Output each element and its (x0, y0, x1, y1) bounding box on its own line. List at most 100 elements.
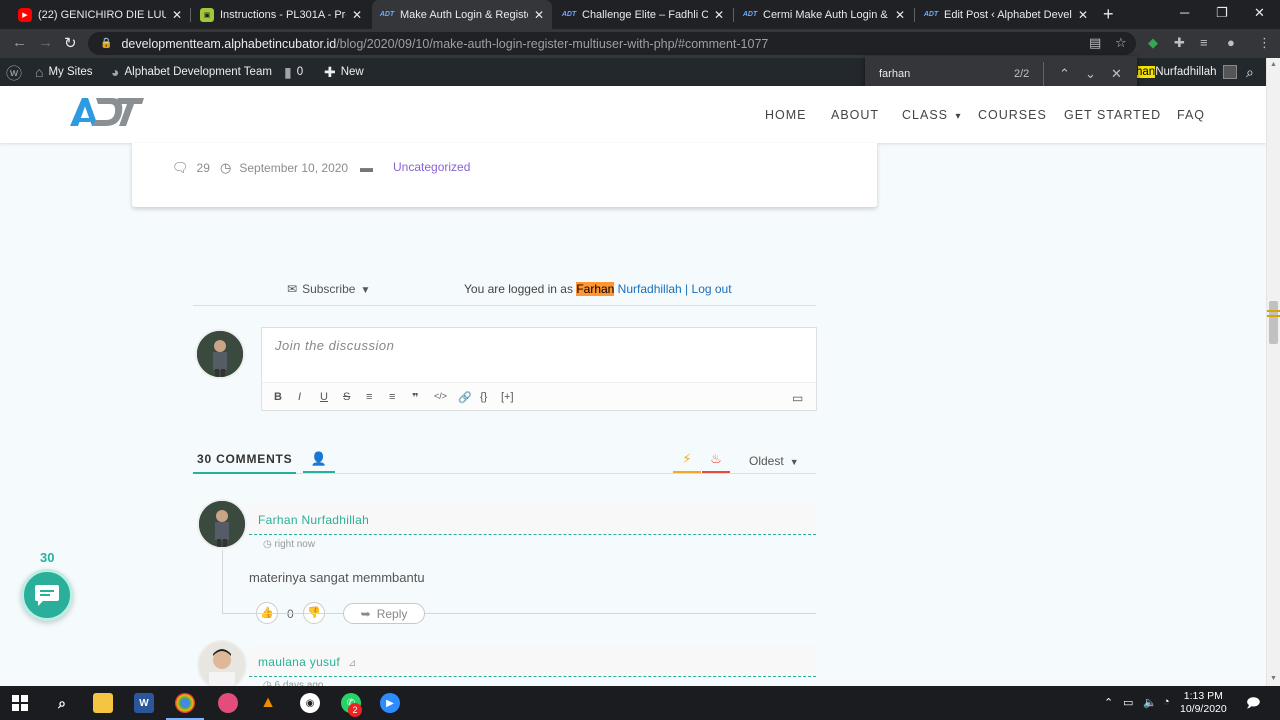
nav-courses[interactable]: COURSES (978, 108, 1047, 122)
browser-tab[interactable]: ADT Challenge Elite – Fadhli Cahy ✕ (554, 0, 732, 29)
floating-comments-button[interactable] (21, 569, 73, 621)
comments-count-title: 30 COMMENTS (193, 452, 297, 474)
scroll-thumb[interactable] (1269, 301, 1278, 344)
code-button[interactable]: </> (434, 391, 447, 401)
search-icon[interactable]: ⌕ (52, 693, 72, 713)
browser-tab[interactable]: ▶ (22) GENICHIRO DIE LUURRD ✕ (10, 0, 190, 29)
page-scrollbar[interactable]: ▲ ▼ (1266, 58, 1280, 686)
envelope-icon: ✉ (287, 282, 298, 296)
code-block-button[interactable]: {} (480, 391, 487, 403)
reload-icon[interactable]: ↻ (64, 34, 77, 52)
post-category-link[interactable]: Uncategorized (393, 160, 470, 174)
media-icon[interactable]: ≡ (1200, 35, 1208, 50)
windows-start-icon[interactable] (10, 693, 30, 713)
user-settings-icon[interactable]: 👤 (303, 451, 335, 473)
notification-icon[interactable]: 🗩 (1246, 694, 1260, 716)
close-icon[interactable]: ✕ (895, 8, 905, 22)
word-icon[interactable]: W (134, 693, 154, 713)
bold-button[interactable]: B (274, 391, 282, 403)
search-icon[interactable]: ⌕ (1246, 58, 1259, 86)
reply-button[interactable]: ➥ Reply (343, 603, 425, 624)
nav-home[interactable]: HOME (765, 108, 807, 122)
home-icon: ⌂ (35, 64, 44, 80)
underline-button[interactable]: U (320, 391, 328, 403)
site-logo[interactable] (68, 94, 148, 133)
ordered-list-button[interactable]: ≡ (366, 391, 372, 403)
close-icon[interactable]: ✕ (1078, 8, 1088, 22)
scroll-down-icon[interactable]: ▼ (1270, 675, 1277, 682)
nav-faq[interactable]: FAQ (1177, 108, 1205, 122)
address-bar[interactable]: 🔒 developmentteam.alphabetincubator.id/b… (88, 32, 1136, 55)
nav-get-started[interactable]: GET STARTED (1064, 108, 1161, 122)
comments-bar: 30 COMMENTS 👤 ⚡ ♨ Oldest ▼ (193, 447, 816, 474)
new-content-menu[interactable]: ✚ New (324, 58, 364, 86)
nav-about[interactable]: ABOUT (831, 108, 879, 122)
italic-button[interactable]: I (298, 391, 301, 403)
maximize-icon[interactable]: ❐ (1216, 5, 1228, 21)
logout-link[interactable]: Log out (692, 282, 732, 296)
close-icon[interactable]: ✕ (714, 8, 724, 22)
profile-link[interactable]: Nurfadhillah (614, 282, 682, 296)
back-icon[interactable]: ← (12, 34, 27, 51)
find-active-highlight[interactable]: Farhan (576, 282, 615, 296)
link-button[interactable]: 🔗 (458, 391, 472, 404)
app-icon[interactable] (218, 693, 238, 713)
url-path: /blog/2020/09/10/make-auth-login-registe… (336, 36, 769, 51)
profile-icon[interactable]: ● (1227, 35, 1235, 50)
strike-button[interactable]: S (343, 391, 350, 403)
image-icon[interactable]: ▭ (792, 391, 803, 405)
lightning-icon[interactable]: ⚡ (673, 451, 701, 473)
taskbar-clock[interactable]: 1:13 PM 10/9/2020 (1180, 690, 1227, 716)
close-icon[interactable]: ✕ (352, 8, 362, 22)
zoom-icon[interactable]: ▶ (380, 693, 400, 713)
chrome-icon[interactable] (175, 693, 195, 713)
browser-tab[interactable]: ADT Edit Post ‹ Alphabet Develop ✕ (916, 0, 1096, 29)
comment-editor[interactable]: Join the discussion B I U S ≡ ≡ ❞ </> 🔗 … (261, 327, 817, 411)
spoiler-button[interactable]: [+] (501, 391, 514, 403)
puzzle-icon[interactable]: ✚ (1174, 35, 1185, 51)
find-next-icon[interactable]: ⌄ (1085, 66, 1096, 82)
bookmark-star-icon[interactable]: ☆ (1115, 35, 1127, 51)
file-explorer-icon[interactable] (93, 693, 113, 713)
post-comment-count[interactable]: 🗨 29 (172, 160, 210, 176)
my-sites-menu[interactable]: ⌂ My Sites (35, 58, 93, 86)
vlc-icon[interactable]: ▲ (258, 693, 278, 713)
comment-author[interactable]: maulana yusuf ⊿ (258, 655, 357, 669)
page-icon[interactable]: ▤ (1089, 35, 1101, 51)
wordpress-icon[interactable]: ⓦ (6, 58, 27, 86)
scroll-up-icon[interactable]: ▲ (1270, 61, 1277, 68)
comment-input[interactable]: Join the discussion (275, 338, 394, 353)
browser-tab-active[interactable]: ADT Make Auth Login & Register ✕ (372, 0, 552, 29)
obs-icon[interactable]: ◉ (300, 693, 320, 713)
comment-author[interactable]: Farhan Nurfadhillah (258, 513, 369, 527)
tray-chevron-icon[interactable]: ⌃ (1104, 696, 1113, 709)
my-account-menu[interactable]: han Nurfadhillah (1136, 58, 1237, 86)
flame-icon[interactable]: ♨ (702, 451, 730, 473)
sort-dropdown[interactable]: Oldest ▼ (749, 454, 799, 468)
find-close-icon[interactable]: ✕ (1111, 66, 1122, 82)
wifi-icon[interactable]: ◔ (1163, 696, 1170, 708)
forward-icon[interactable]: → (38, 34, 53, 51)
site-name-menu[interactable]: ◕ Alphabet Development Team (111, 58, 272, 86)
subscribe-dropdown[interactable]: ✉ Subscribe ▼ (287, 282, 370, 296)
nav-class[interactable]: CLASS ▾ (902, 108, 962, 122)
find-input[interactable]: farhan (879, 68, 910, 80)
menu-dots-icon[interactable]: ⋮ (1258, 35, 1271, 51)
browser-tab[interactable]: ▣ Instructions - PL301A - Progr ✕ (192, 0, 370, 29)
avatar (197, 640, 247, 690)
minimize-icon[interactable]: ─ (1180, 5, 1189, 20)
comment-time[interactable]: ◷ right now (263, 539, 315, 550)
browser-tab[interactable]: ADT Cermi Make Auth Login & Re ✕ (735, 0, 913, 29)
window-close-icon[interactable]: ✕ (1254, 5, 1265, 21)
comments-menu[interactable]: ▮ 0 (284, 58, 303, 86)
volume-icon[interactable]: 🔈 (1143, 696, 1157, 709)
find-previous-icon[interactable]: ⌃ (1059, 66, 1070, 82)
quote-button[interactable]: ❞ (412, 391, 418, 404)
extension-icon[interactable]: ◆ (1148, 35, 1158, 51)
reply-label: Reply (376, 606, 408, 621)
unordered-list-button[interactable]: ≡ (389, 391, 395, 403)
new-tab-icon[interactable]: + (1103, 4, 1114, 25)
battery-icon[interactable]: ▭ (1123, 696, 1133, 709)
close-icon[interactable]: ✕ (534, 8, 544, 22)
close-icon[interactable]: ✕ (172, 8, 182, 22)
